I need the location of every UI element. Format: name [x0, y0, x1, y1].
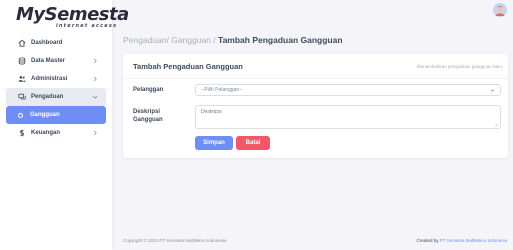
- sidebar: MySemesta internet access Dashboard Data…: [0, 0, 129, 250]
- avatar[interactable]: [493, 3, 507, 17]
- sidebar-item-dashboard[interactable]: Dashboard: [0, 34, 112, 52]
- brand-logo[interactable]: MySemesta internet access: [16, 4, 129, 32]
- footer-credit: Created by PT Semesta Multitekno Indones…: [417, 238, 508, 243]
- deskripsi-label-line-1: Deskripsi: [133, 109, 161, 115]
- sidebar-item-label: Data Master: [31, 58, 66, 64]
- pelanggan-label: Pelanggan: [133, 87, 164, 93]
- footer-copyright: Copyright © 2024 PT Semesta Multitekno I…: [123, 238, 227, 243]
- resize-grip-icon[interactable]: [494, 123, 498, 127]
- form-card: Tambah Pengaduan Gangguan Menambahkan pe…: [123, 54, 508, 158]
- database-icon: [18, 57, 26, 65]
- sidebar-item-gangguan[interactable]: Gangguan: [6, 106, 106, 124]
- chevron-right-icon: [93, 130, 97, 136]
- pelanggan-select-value: --Pilih Pelanggan--: [201, 87, 243, 93]
- sidebar-item-administrasi[interactable]: Administrasi: [0, 70, 112, 88]
- home-icon: [18, 39, 26, 47]
- pelanggan-select[interactable]: --Pilih Pelanggan--: [195, 84, 501, 96]
- sidebar-item-pengaduan[interactable]: Pengaduan: [6, 88, 106, 106]
- sidebar-item-label: Administrasi: [31, 76, 68, 82]
- chevron-right-icon: [93, 76, 97, 82]
- save-button[interactable]: Simpan: [195, 136, 233, 150]
- footer-credit-prefix: Created by: [416, 238, 439, 243]
- sidebar-item-keuangan[interactable]: Keuangan: [0, 124, 112, 142]
- deskripsi-textarea[interactable]: [195, 105, 501, 129]
- sidebar-menu: Dashboard Data Master Administrasi Penga…: [0, 34, 112, 142]
- sidebar-item-label: Dashboard: [31, 40, 63, 46]
- chevron-right-icon: [93, 58, 97, 64]
- chevron-down-icon: [92, 95, 98, 99]
- chevron-down-icon: [490, 89, 495, 92]
- footer-credit-link[interactable]: PT Semesta Multitekno Indonesia: [440, 238, 507, 243]
- breadcrumb-parent[interactable]: Pengaduan/ Gangguan /: [123, 35, 216, 45]
- breadcrumb: Pengaduan/ Gangguan / Tambah Pengaduan G…: [123, 35, 343, 45]
- users-icon: [18, 75, 26, 83]
- card-title: Tambah Pengaduan Gangguan: [133, 62, 243, 71]
- brand-name: MySemesta: [16, 4, 129, 25]
- user-avatar-icon: [493, 3, 507, 17]
- card-hint: Menambahkan pengaduan gangguan baru: [416, 64, 502, 69]
- sidebar-item-label: Pengaduan: [31, 94, 64, 100]
- brand-tagline: internet access: [56, 23, 118, 29]
- chat-icon: [18, 93, 26, 101]
- sidebar-item-label: Keuangan: [31, 130, 61, 136]
- deskripsi-label-line-2: Gangguan: [133, 117, 163, 123]
- deskripsi-label: Deskripsi Gangguan: [133, 108, 163, 124]
- circle-icon: [18, 112, 23, 118]
- sidebar-item-label: Gangguan: [30, 112, 60, 118]
- cancel-button[interactable]: Batal: [236, 136, 270, 150]
- sidebar-item-data-master[interactable]: Data Master: [0, 52, 112, 70]
- dollar-icon: [18, 129, 26, 137]
- breadcrumb-current: Tambah Pengaduan Gangguan: [218, 35, 343, 45]
- card-divider: [123, 78, 508, 79]
